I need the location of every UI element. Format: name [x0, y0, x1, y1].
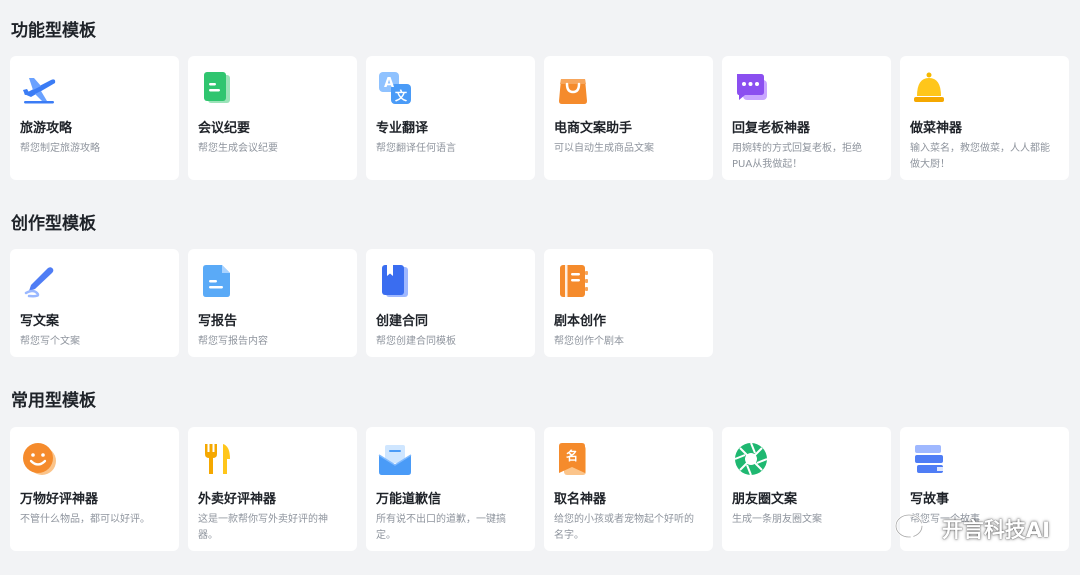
template-card-universal-review[interactable]: 万物好评神器 不管什么物品，都可以好评。	[10, 427, 179, 551]
card-desc: 帮您创建合同模板	[376, 336, 456, 347]
card-title: 写报告	[198, 314, 238, 329]
card-title: 写故事	[910, 492, 950, 507]
card-desc: 帮您生成会议纪要	[198, 143, 278, 154]
template-card-ecommerce-copy[interactable]: 电商文案助手 可以自动生成商品文案	[544, 56, 713, 180]
card-title: 专业翻译	[376, 121, 429, 136]
smiley-icon	[23, 443, 56, 475]
card-title: 取名神器	[554, 492, 607, 507]
card-desc: 帮您写一个故事	[910, 514, 980, 525]
notebook-icon	[560, 265, 588, 297]
card-title: 电商文案助手	[554, 121, 633, 136]
card-desc: 生成一条朋友圈文案	[732, 514, 822, 525]
card-desc: 帮您写个文案	[20, 336, 80, 347]
card-title: 回复老板神器	[732, 121, 811, 136]
template-card-moments-copy[interactable]: 朋友圈文案 生成一条朋友圈文案	[722, 427, 891, 551]
template-card-takeout-review[interactable]: 外卖好评神器 这是一款帮你写外卖好评的神器。	[188, 427, 357, 551]
section-title-functional: 功能型模板	[11, 21, 96, 41]
card-title: 万能道歉信	[376, 492, 442, 507]
template-card-meeting-minutes[interactable]: 会议纪要 帮您生成会议纪要	[188, 56, 357, 180]
card-title: 做菜神器	[910, 121, 963, 136]
name-tag-icon: 名	[559, 443, 586, 475]
camera-aperture-icon	[734, 442, 768, 476]
document-green-icon	[204, 72, 230, 103]
common-template-grid: 万物好评神器 不管什么物品，都可以好评。 外卖好评神器 这是一款帮你写外卖好评的…	[10, 427, 1069, 551]
contract-book-icon	[382, 265, 408, 297]
card-desc: 给您的小孩或者宠物起个好听的名字。	[554, 514, 694, 541]
template-card-boss-reply[interactable]: 回复老板神器 用婉转的方式回复老板，拒绝PUA从我做起！	[722, 56, 891, 180]
airplane-icon	[23, 78, 56, 104]
books-stack-icon	[915, 445, 943, 473]
card-desc: 帮您制定旅游攻略	[20, 143, 100, 154]
chat-bubble-icon	[737, 74, 767, 100]
translate-icon: A 文	[379, 72, 411, 104]
template-card-contract[interactable]: 创建合同 帮您创建合同模板	[366, 249, 535, 357]
envelope-icon	[378, 445, 412, 475]
template-card-write-copy[interactable]: 写文案 帮您写个文案	[10, 249, 179, 357]
card-desc: 不管什么物品，都可以好评。	[20, 514, 150, 525]
template-card-apology-letter[interactable]: 万能道歉信 所有说不出口的道歉，一键搞定。	[366, 427, 535, 551]
section-title-common: 常用型模板	[11, 391, 96, 411]
card-title: 剧本创作	[554, 314, 607, 329]
template-card-script[interactable]: 剧本创作 帮您创作个剧本	[544, 249, 713, 357]
card-desc: 可以自动生成商品文案	[554, 143, 654, 154]
pen-icon	[24, 267, 54, 298]
card-desc: 帮您写报告内容	[198, 336, 268, 347]
template-card-write-report[interactable]: 写报告 帮您写报告内容	[188, 249, 357, 357]
template-card-travel[interactable]: 旅游攻略 帮您制定旅游攻略	[10, 56, 179, 180]
card-title: 旅游攻略	[20, 121, 73, 136]
svg-text:名: 名	[566, 448, 578, 463]
report-icon	[203, 265, 230, 297]
section-title-creative: 创作型模板	[11, 214, 96, 234]
svg-text:A: A	[384, 76, 394, 91]
template-card-write-story[interactable]: 写故事 帮您写一个故事	[900, 427, 1069, 551]
card-title: 会议纪要	[198, 121, 251, 136]
card-desc: 帮您翻译任何语言	[376, 143, 456, 154]
bell-icon	[914, 72, 944, 102]
functional-template-grid: 旅游攻略 帮您制定旅游攻略 会议纪要 帮您生成会议纪要 A 文 专业翻译 帮您翻…	[10, 56, 1069, 180]
card-title: 万物好评神器	[20, 492, 99, 507]
card-desc: 用婉转的方式回复老板，拒绝PUA从我做起！	[732, 143, 862, 170]
fork-knife-icon	[205, 444, 230, 474]
card-desc: 这是一款帮你写外卖好评的神器。	[198, 514, 328, 541]
card-title: 朋友圈文案	[732, 492, 798, 507]
template-card-naming[interactable]: 名 取名神器 给您的小孩或者宠物起个好听的名字。	[544, 427, 713, 551]
creative-template-grid: 写文案 帮您写个文案 写报告 帮您写报告内容 创建合同 帮您创建合同模板 剧本创…	[10, 249, 713, 357]
card-desc: 帮您创作个剧本	[554, 336, 624, 347]
card-title: 外卖好评神器	[198, 492, 277, 507]
card-desc: 输入菜名，教您做菜，人人都能做大厨！	[910, 143, 1050, 170]
svg-text:文: 文	[395, 88, 408, 103]
template-card-cooking[interactable]: 做菜神器 输入菜名，教您做菜，人人都能做大厨！	[900, 56, 1069, 180]
shopping-bag-icon	[559, 79, 587, 104]
template-card-translate[interactable]: A 文 专业翻译 帮您翻译任何语言	[366, 56, 535, 180]
card-title: 创建合同	[376, 314, 429, 329]
card-title: 写文案	[20, 314, 60, 329]
card-desc: 所有说不出口的道歉，一键搞定。	[376, 514, 506, 541]
